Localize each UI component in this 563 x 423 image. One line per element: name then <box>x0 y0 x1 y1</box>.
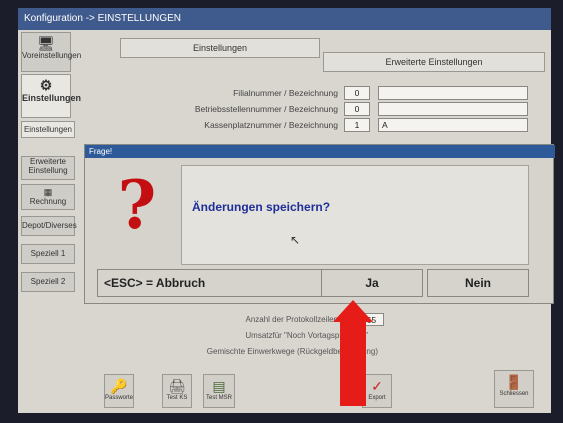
toolbar-test-msr-label: Test MSR <box>205 395 232 401</box>
field-label-betriebsstelle: Betriebsstellennummer / Bezeichnung <box>194 104 338 114</box>
subnav-erweiterte-label: Erweiterte Einstellung <box>28 157 68 175</box>
toolbar-schliessen[interactable]: 🚪 Schliessen <box>494 370 534 408</box>
nav-einstellungen-label: Einstellungen <box>22 93 82 103</box>
dialog-title: Frage! <box>85 145 555 158</box>
kassenplatz-number-input[interactable]: 1 <box>344 118 370 132</box>
abort-button[interactable]: <ESC> = Abbruch <box>97 269 333 297</box>
toolbar-passworte[interactable]: 🔑 Passworte <box>104 374 134 408</box>
toolbar-export-label: Export <box>368 395 386 401</box>
subnav-rechnung-label: Rechnung <box>29 197 67 206</box>
invoice-icon: ▦ <box>43 187 53 197</box>
tab-erweiterte-einstellungen[interactable]: Erweiterte Einstellungen <box>323 52 545 72</box>
subnav-erweiterte[interactable]: Erweiterte Einstellung <box>21 156 75 180</box>
betriebsstelle-name-input[interactable] <box>378 102 528 116</box>
betriebsstelle-number-input[interactable]: 0 <box>344 102 370 116</box>
subnav-depot-label: Depot/Diverses <box>22 221 77 230</box>
kassenplatz-name-input[interactable]: A <box>378 118 528 132</box>
subnav-speziell-1[interactable]: Speziell 1 <box>21 244 75 264</box>
filiale-number-input[interactable]: 0 <box>344 86 370 100</box>
toolbar-export[interactable]: ✓ Export <box>362 374 392 408</box>
nav-voreinstellungen[interactable]: 🖥 Voreinstellungen <box>21 32 82 72</box>
tab-einstellungen[interactable]: Einstellungen <box>120 38 320 58</box>
toolbar-test-msr[interactable]: ▤ Test MSR <box>203 374 235 408</box>
previous-day-label: Umsatzfür "Noch Vortagsprotokoll" <box>245 331 368 340</box>
settings-icon: ⚙ <box>39 77 53 93</box>
filiale-name-input[interactable] <box>378 86 528 100</box>
toolbar-test-ks-label: Test KS <box>166 395 188 401</box>
exit-door-icon: 🚪 <box>505 374 523 390</box>
annotation-arrow-shaft <box>340 316 366 406</box>
subnav-einstellungen-label: Einstellungen <box>23 125 73 134</box>
nav-einstellungen[interactable]: ⚙ Einstellungen <box>21 74 82 118</box>
field-label-filiale: Filialnummer / Bezeichnung <box>233 88 338 98</box>
toolbar-test-ks[interactable]: 🖨 Test KS <box>162 374 192 408</box>
no-button[interactable]: Nein <box>427 269 529 297</box>
window-titlebar: Konfiguration -> EINSTELLUNGEN <box>18 8 551 30</box>
subnav-speziell-2[interactable]: Speziell 2 <box>21 272 75 292</box>
dialog-message: Änderungen speichern? <box>192 200 331 214</box>
toolbar-passworte-label: Passworte <box>105 395 134 401</box>
subnav-rechnung[interactable]: ▦ Rechnung <box>21 184 75 210</box>
card-reader-icon: ▤ <box>212 378 226 394</box>
export-icon: ✓ <box>371 378 383 394</box>
yes-button[interactable]: Ja <box>321 269 423 297</box>
subnav-depot[interactable]: Depot/Diverses <box>21 216 77 236</box>
toolbar-schliessen-label: Schliessen <box>499 391 529 397</box>
field-label-kassenplatz: Kassenplatznummer / Bezeichnung <box>204 120 338 130</box>
key-icon: 🔑 <box>110 378 128 394</box>
printer-icon: 🖨 <box>168 378 186 394</box>
mouse-cursor-icon: ↖ <box>290 233 301 247</box>
subnav-einstellungen[interactable]: Einstellungen <box>21 121 75 138</box>
dialog-message-panel: Änderungen speichern? <box>181 165 529 265</box>
save-dialog: Frage! ? Änderungen speichern? <ESC> = A… <box>84 144 555 304</box>
question-mark-icon: ? <box>117 166 157 244</box>
nav-voreinstellungen-label: Voreinstellungen <box>22 51 82 60</box>
protocol-lines-label: Anzahl der Protokollzeilen <box>245 315 339 324</box>
subnav-speziell-1-label: Speziell 1 <box>30 249 66 258</box>
computer-icon: 🖥 <box>37 35 55 51</box>
subnav-speziell-2-label: Speziell 2 <box>30 277 66 286</box>
